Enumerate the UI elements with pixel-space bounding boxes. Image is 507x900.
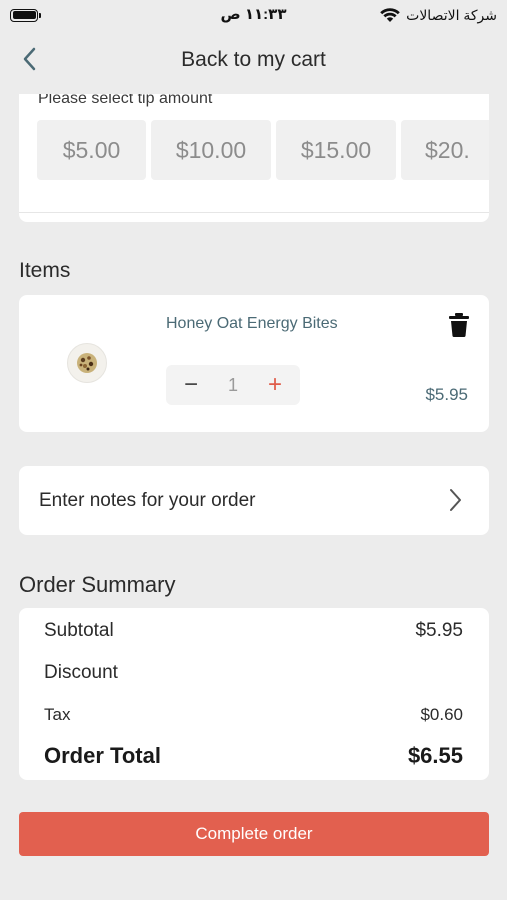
tip-option-15[interactable]: $15.00	[276, 120, 396, 180]
status-bar: ١١:٣٣ ص شركة الاتصالات	[0, 0, 507, 30]
order-summary-card: Subtotal $5.95 Discount Tax $0.60 Order …	[19, 608, 489, 780]
decrease-quantity-button[interactable]: −	[180, 373, 202, 397]
status-time: ١١:٣٣ ص	[220, 6, 287, 23]
wifi-icon	[380, 7, 400, 23]
back-chevron-icon	[22, 47, 36, 76]
chevron-right-icon	[449, 488, 463, 517]
increase-quantity-button[interactable]: +	[264, 373, 286, 397]
tip-card: Please select tip amount $5.00 $10.00 $1…	[19, 94, 489, 222]
tip-options[interactable]: $5.00 $10.00 $15.00 $20.	[37, 120, 489, 180]
discount-label: Discount	[44, 662, 118, 683]
order-notes-row[interactable]: Enter notes for your order	[19, 466, 489, 535]
tax-value: $0.60	[420, 705, 463, 724]
status-right: شركة الاتصالات	[380, 7, 497, 24]
page-title: Back to my cart	[181, 48, 326, 71]
delete-item-button[interactable]	[449, 313, 469, 338]
quantity-stepper: − 1 +	[166, 365, 300, 405]
subtotal-value: $5.95	[415, 620, 463, 641]
total-value: $6.55	[407, 743, 463, 768]
quantity-value: 1	[227, 374, 238, 395]
items-section-title: Items	[19, 259, 71, 282]
cart-item: Honey Oat Energy Bites − 1 + $5.95	[19, 295, 489, 432]
battery-icon	[10, 8, 41, 22]
tip-label: Please select tip amount	[38, 94, 213, 107]
order-summary-title: Order Summary	[19, 572, 176, 597]
header: Back to my cart	[0, 36, 507, 84]
tax-label: Tax	[44, 705, 71, 724]
tip-option-20[interactable]: $20.	[401, 120, 489, 180]
tax-row: Tax $0.60	[44, 705, 463, 725]
divider	[19, 212, 489, 213]
discount-row: Discount	[44, 662, 463, 684]
subtotal-label: Subtotal	[44, 620, 114, 641]
trash-icon	[449, 313, 469, 341]
carrier-name: شركة الاتصالات	[406, 6, 497, 23]
item-price: $5.95	[425, 385, 468, 404]
total-row: Order Total $6.55	[44, 743, 463, 769]
product-thumbnail	[67, 343, 107, 383]
tip-option-10[interactable]: $10.00	[151, 120, 271, 180]
total-label: Order Total	[44, 743, 161, 768]
complete-order-button[interactable]: Complete order	[19, 812, 489, 856]
subtotal-row: Subtotal $5.95	[44, 620, 463, 642]
item-name: Honey Oat Energy Bites	[166, 315, 338, 332]
back-button[interactable]	[14, 46, 44, 76]
tip-option-5[interactable]: $5.00	[37, 120, 146, 180]
order-notes-label: Enter notes for your order	[39, 489, 256, 511]
